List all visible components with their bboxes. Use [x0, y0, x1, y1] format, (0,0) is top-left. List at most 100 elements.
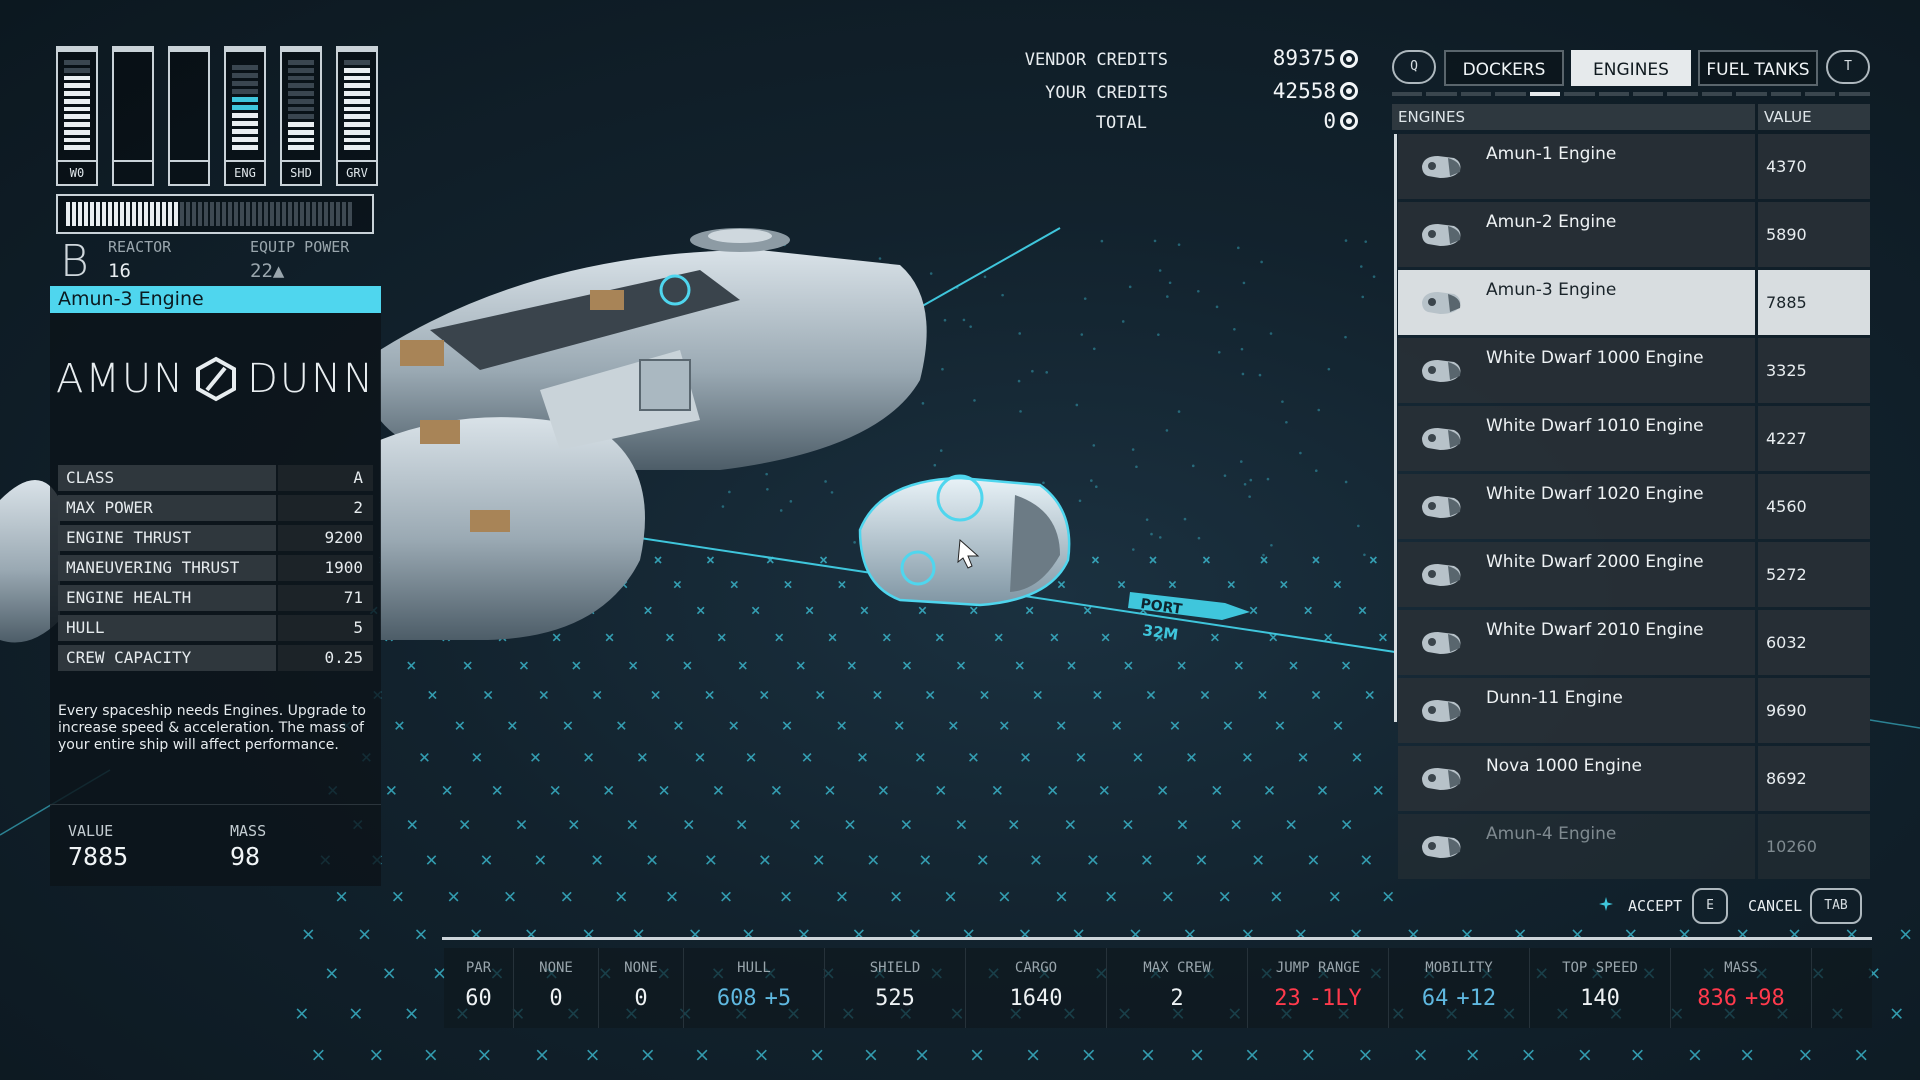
power-segment [232, 145, 258, 150]
grid-cross [326, 968, 337, 979]
grid-cross [696, 606, 705, 615]
list-item-name-cell[interactable]: Dunn-11 Engine [1398, 678, 1755, 743]
list-item[interactable]: White Dwarf 1010 Engine 4227 [1398, 406, 1870, 471]
reactor-tick [330, 202, 334, 226]
list-item[interactable]: Amun-4 Engine 10260 [1398, 814, 1870, 879]
grid-cross [604, 785, 614, 795]
grid-dot [1281, 400, 1284, 403]
grid-cross [956, 819, 967, 830]
grid-cross [1258, 690, 1267, 700]
grid-cross [1373, 785, 1383, 795]
grid-cross [654, 556, 662, 564]
list-item-name-cell[interactable]: White Dwarf 2000 Engine [1398, 542, 1755, 607]
ship-stat: MOBILITY 64 +12 [1389, 948, 1530, 1028]
list-item-name-cell[interactable]: Amun-4 Engine [1398, 814, 1755, 879]
list-item[interactable]: Dunn-11 Engine 9690 [1398, 678, 1870, 743]
power-segments [64, 60, 90, 150]
power-slot[interactable]: W0 [56, 46, 98, 186]
tab-dockers[interactable]: DOCKERS [1444, 50, 1564, 86]
reactor-tick [228, 202, 232, 226]
grid-cross [858, 752, 867, 762]
list-item-name-cell[interactable]: White Dwarf 1010 Engine [1398, 406, 1755, 471]
power-slot[interactable] [112, 46, 154, 186]
stat-key: HULL [58, 615, 276, 641]
list-item-name-cell[interactable]: Amun-2 Engine [1398, 202, 1755, 267]
column-header-name[interactable]: ENGINES [1392, 104, 1755, 130]
reactor-tick [348, 202, 352, 226]
tab-fuel-tanks[interactable]: FUEL TANKS [1698, 50, 1818, 86]
power-segment [288, 91, 314, 96]
prev-tab-key-hint[interactable]: Q [1392, 50, 1436, 84]
list-item[interactable]: Amun-2 Engine 5890 [1398, 202, 1870, 267]
grid-cross [674, 721, 683, 730]
grid-cross [891, 891, 901, 902]
ship-stat-value-wrap: 525 [825, 986, 965, 1011]
grid-cross [1342, 819, 1352, 830]
grid-cross [706, 556, 715, 564]
list-item-name-cell[interactable]: White Dwarf 1000 Engine [1398, 338, 1755, 403]
reactor-tick [198, 202, 202, 226]
list-item-value: 4227 [1758, 406, 1870, 471]
ship-stat-value: 608 [716, 986, 757, 1011]
grid-dot [1019, 410, 1022, 413]
grid-cross [969, 606, 978, 615]
grid-cross [1308, 855, 1319, 865]
power-segment [64, 122, 90, 127]
list-item-value: 5890 [1758, 202, 1870, 267]
grid-dot [1042, 481, 1045, 485]
power-slot[interactable] [168, 46, 210, 186]
power-slot[interactable]: SHD [280, 46, 322, 186]
list-item-label: White Dwarf 1000 Engine [1486, 348, 1704, 368]
list-item-name-cell[interactable]: Amun-3 Engine [1398, 270, 1755, 335]
accept-key-button[interactable]: E [1692, 888, 1728, 924]
grid-dot [1215, 305, 1219, 309]
stat-key: MANEUVERING THRUST [58, 555, 276, 581]
grid-cross [296, 1008, 308, 1019]
ship-stat-value-wrap: 1640 [966, 986, 1106, 1011]
power-segment [288, 106, 314, 112]
list-item-name-cell[interactable]: White Dwarf 1020 Engine [1398, 474, 1755, 539]
grid-dot [1075, 403, 1079, 407]
engine-thumbnail-icon [1422, 224, 1461, 246]
grid-cross [878, 785, 888, 795]
grid-cross [1243, 752, 1252, 762]
list-item[interactable]: Amun-1 Engine 4370 [1398, 134, 1870, 199]
ship-stat-value: 1640 [1009, 986, 1063, 1011]
grid-cross [1056, 891, 1067, 902]
list-item-label: White Dwarf 1020 Engine [1486, 484, 1704, 504]
grid-dot [1262, 553, 1265, 557]
list-item[interactable]: Nova 1000 Engine 8692 [1398, 746, 1870, 811]
power-slot[interactable]: GRV [336, 46, 378, 186]
list-item[interactable]: White Dwarf 1000 Engine 3325 [1398, 338, 1870, 403]
list-item-name-cell[interactable]: Amun-1 Engine [1398, 134, 1755, 199]
list-item-name-cell[interactable]: Nova 1000 Engine [1398, 746, 1755, 811]
list-item[interactable]: Amun-3 Engine 7885 [1398, 270, 1870, 335]
tab-page-dot [1770, 92, 1802, 96]
grid-cross [1361, 855, 1372, 865]
grid-dot [1241, 372, 1245, 376]
grid-cross [647, 855, 657, 865]
column-header-value[interactable]: VALUE [1758, 104, 1870, 130]
grid-dot [1145, 518, 1149, 521]
cancel-label[interactable]: CANCEL [1748, 897, 1802, 915]
next-tab-key-hint[interactable]: T [1826, 50, 1870, 84]
tab-engines[interactable]: ENGINES [1571, 50, 1691, 86]
list-item-label: Amun-2 Engine [1486, 212, 1617, 232]
stat-row: ENGINE THRUST 9200 [58, 525, 373, 551]
grid-cross [926, 690, 935, 700]
list-scrollbar[interactable] [1394, 134, 1397, 722]
power-segment [64, 98, 90, 104]
grid-cross [1027, 1049, 1039, 1061]
power-segment [344, 60, 370, 65]
list-item[interactable]: White Dwarf 2010 Engine 6032 [1398, 610, 1870, 675]
power-slot[interactable]: ENG [224, 46, 266, 186]
list-item[interactable]: White Dwarf 2000 Engine 5272 [1398, 542, 1870, 607]
accept-label[interactable]: ACCEPT [1628, 897, 1682, 915]
engine-thumbnail-icon [1422, 292, 1461, 314]
list-item-name-cell[interactable]: White Dwarf 2010 Engine [1398, 610, 1755, 675]
grid-cross [737, 819, 747, 830]
grid-cross [730, 580, 738, 589]
cancel-key-button[interactable]: TAB [1810, 888, 1862, 924]
list-item[interactable]: White Dwarf 1020 Engine 4560 [1398, 474, 1870, 539]
reactor-tick [318, 202, 322, 226]
